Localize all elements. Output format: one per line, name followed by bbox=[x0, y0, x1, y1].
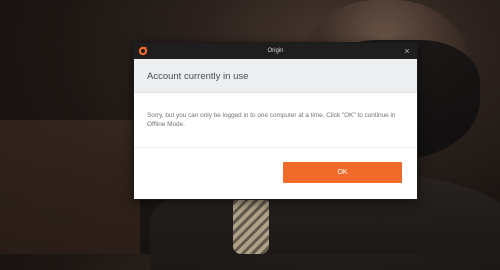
window-title: Origin bbox=[267, 48, 284, 54]
titlebar[interactable]: Origin × bbox=[134, 43, 417, 59]
wallpaper-glow bbox=[0, 120, 140, 254]
origin-dialog-window: Origin × Account currently in use Sorry,… bbox=[133, 42, 418, 200]
close-icon[interactable]: × bbox=[402, 43, 412, 59]
dialog-message: Sorry, but you can only be logged in to … bbox=[147, 112, 396, 128]
wallpaper-chain bbox=[233, 196, 269, 254]
dialog-heading: Account currently in use bbox=[134, 59, 417, 93]
ok-button[interactable]: OK bbox=[283, 162, 402, 183]
origin-logo-icon bbox=[138, 46, 148, 56]
footer-divider bbox=[134, 147, 417, 148]
